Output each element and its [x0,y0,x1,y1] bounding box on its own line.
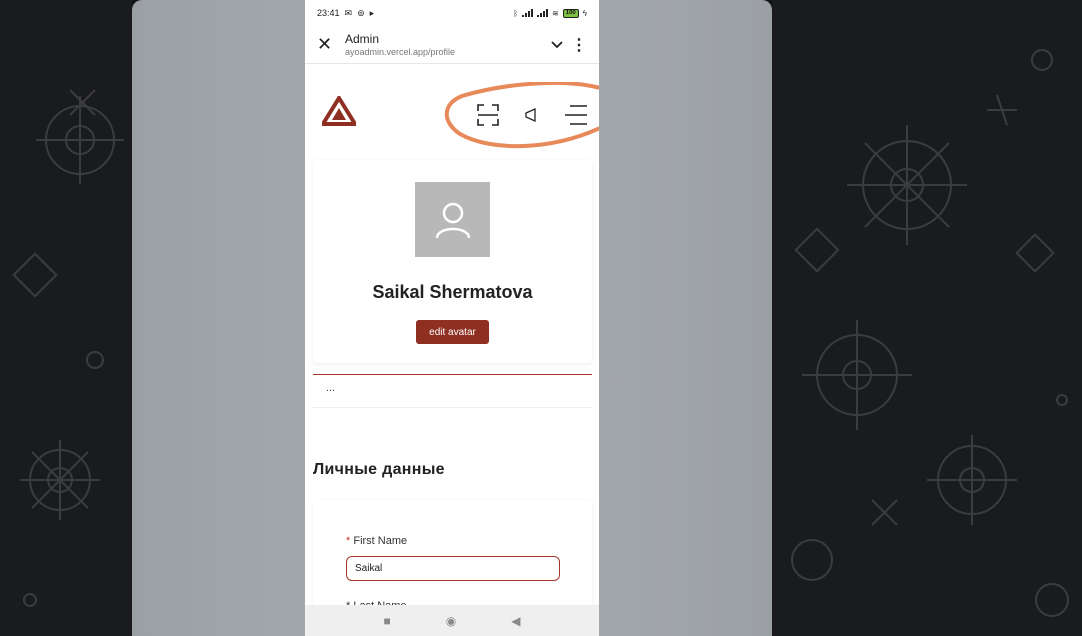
personal-data-card: * First Name * Last Name [313,500,592,620]
logo-icon[interactable] [322,96,356,126]
background-left [0,0,132,636]
first-name-label: * First Name [346,535,408,547]
section-title: Личные данные [313,461,445,478]
background-right [772,0,1082,636]
browser-title: Admin [345,31,380,46]
snowflake-pattern [791,49,1069,617]
status-time: 23:41 [317,8,340,18]
snowflake-pattern [12,89,124,607]
wifi-icon: ≋ [552,8,559,18]
divider [313,374,592,375]
battery-icon: 100 [562,8,579,18]
browser-url[interactable]: ayoadmin.vercel.app/profile [345,46,545,58]
system-nav-bar: ■ ◉ ◀ [305,605,599,636]
profile-card: Saikal Shermatova edit avatar [313,160,592,363]
chevron-down-icon[interactable] [545,38,569,52]
tab-overflow[interactable]: ... [313,378,592,408]
avatar [415,182,490,257]
status-bar: 23:41 ✉ ⊚ ▸ ᛒ ≋ 100 ϟ [305,0,599,26]
browser-bar: ✕ Admin ayoadmin.vercel.app/profile ⋮ [305,26,599,64]
play-icon: ▸ [369,7,375,18]
charging-icon: ϟ [582,8,587,18]
pinterest-icon: ⊚ [357,7,365,18]
phone-screen: 23:41 ✉ ⊚ ▸ ᛒ ≋ 100 ϟ ✕ Admin ayoadmin.v… [305,0,599,636]
signal-icon-2 [537,9,549,17]
recents-icon[interactable]: ■ [384,614,391,628]
signal-icon [522,9,534,17]
edit-avatar-button[interactable]: edit avatar [416,320,489,344]
megaphone-icon[interactable] [524,108,538,122]
user-icon [435,202,470,238]
app-header [305,64,599,159]
home-icon[interactable]: ◉ [446,614,456,628]
more-options-icon[interactable]: ⋮ [569,35,587,55]
first-name-field[interactable] [346,556,560,581]
bluetooth-icon: ᛒ [513,8,519,18]
back-icon[interactable]: ◀ [511,614,520,628]
profile-name: Saikal Shermatova [372,282,533,302]
close-icon[interactable]: ✕ [317,34,345,55]
menu-icon[interactable] [564,104,588,126]
mail-icon: ✉ [344,7,353,18]
scan-icon[interactable] [477,104,499,126]
